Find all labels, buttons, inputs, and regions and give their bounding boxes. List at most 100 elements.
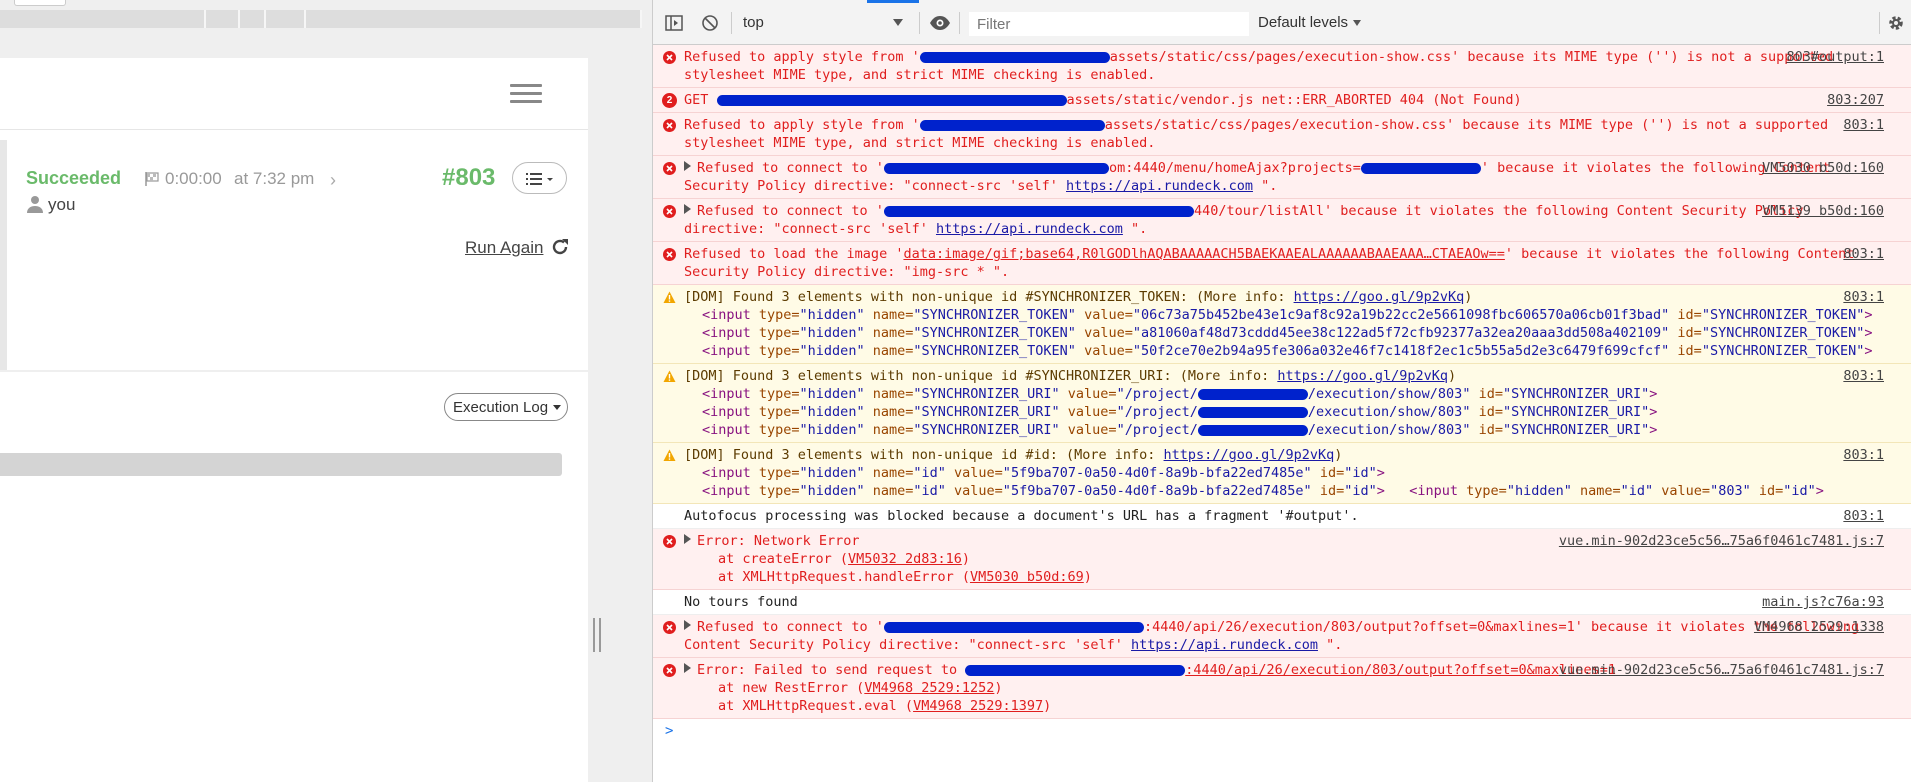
context-selector[interactable]: top <box>743 12 905 34</box>
expand-triangle-icon[interactable] <box>684 161 691 171</box>
refresh-icon[interactable] <box>551 238 569 256</box>
source-link[interactable]: VM5139 b50d:160 <box>1762 202 1884 220</box>
console-message[interactable]: Error: Network Error vue.min-902d23ce5c56… <box>653 529 1911 590</box>
console-message[interactable]: Refused to connect to ':4440/api/26/exec… <box>653 615 1911 658</box>
source-link[interactable]: 803:1 <box>1843 367 1884 385</box>
console-prompt[interactable]: > <box>653 719 1911 739</box>
html-value: "hidden" <box>799 465 873 481</box>
dom-element-line[interactable]: <input type="hidden" name="SYNCHRONIZER_… <box>684 385 1886 403</box>
gear-icon[interactable] <box>1887 14 1905 32</box>
source-link[interactable]: VM5030 b50d:160 <box>1762 159 1884 177</box>
redacted-text <box>1360 162 1481 174</box>
request-url[interactable]: :4440/api/26/execution/803/output?offset… <box>1185 662 1616 678</box>
status-label: Succeeded <box>26 168 122 188</box>
html-value: "hidden" <box>799 422 873 438</box>
html-value: "hidden" <box>799 386 873 402</box>
console-message[interactable]: 2 GET assets/static/vendor.js net::ERR_AB… <box>653 88 1911 113</box>
console-message[interactable]: Refused to apply style from ' assets/stat… <box>653 45 1911 88</box>
dom-element-line[interactable]: <input type="hidden" name="SYNCHRONIZER_… <box>684 324 1886 342</box>
error-icon <box>663 162 676 175</box>
message-text: Refused to apply style from ' assets/stat… <box>684 116 1886 152</box>
stack-ref-link[interactable]: VM4968 2529:1397 <box>913 698 1043 714</box>
html-tag: > <box>1864 343 1873 359</box>
html-attr: value= <box>1084 325 1133 341</box>
message-fragment: Refused to connect to ' <box>697 619 884 635</box>
chevron-right-icon[interactable]: › <box>330 170 336 191</box>
top-tab[interactable] <box>14 0 66 6</box>
message-fragment: [DOM] Found 3 elements with non-unique i… <box>684 447 1164 463</box>
dom-element-line[interactable]: <input type="hidden" name="id" value="5f… <box>684 464 1886 482</box>
message-link[interactable]: https://api.rundeck.com <box>936 221 1123 237</box>
message-link[interactable]: https://goo.gl/9p2vKq <box>1164 447 1335 463</box>
message-link[interactable]: https://api.rundeck.com <box>1131 637 1318 653</box>
stack-ref-link[interactable]: VM4968 2529:1252 <box>864 680 994 696</box>
html-tag: <input <box>702 343 759 359</box>
source-link[interactable]: vue.min-902d23ce5c56…75a6f0461c7481.js:7 <box>1559 532 1884 550</box>
actions-dropdown-button[interactable] <box>512 162 567 194</box>
html-value: " <box>1368 483 1377 499</box>
html-attr: name= <box>872 386 914 402</box>
log-levels-dropdown[interactable]: Default levels <box>1258 14 1362 31</box>
active-tab-indicator <box>867 0 919 3</box>
console-message[interactable]: [DOM] Found 3 elements with non-unique i… <box>653 364 1911 443</box>
console-message[interactable]: [DOM] Found 3 elements with non-unique i… <box>653 443 1911 504</box>
dom-element-line[interactable]: <input type="hidden" name="SYNCHRONIZER_… <box>684 342 1886 360</box>
dom-element-line[interactable]: <input type="hidden" name="SYNCHRONIZER_… <box>684 403 1886 421</box>
source-link[interactable]: VM4968 2529:1338 <box>1754 618 1884 636</box>
message-fragment: Refused to load the image ' <box>684 246 904 262</box>
source-link[interactable]: 803:1 <box>1843 245 1884 263</box>
stack-ref-link[interactable]: VM5030 b50d:69 <box>970 569 1084 585</box>
source-link[interactable]: main.js?c76a:93 <box>1762 593 1884 611</box>
console-message[interactable]: Error: Failed to send request to :4440/a… <box>653 658 1911 719</box>
dom-element-line[interactable]: <input type="hidden" name="SYNCHRONIZER_… <box>684 421 1886 439</box>
html-attr: id= <box>1478 422 1503 438</box>
html-attr: type= <box>758 343 800 359</box>
sidebar-toggle-icon[interactable] <box>665 14 683 32</box>
message-fragment: ) <box>1334 447 1343 463</box>
expand-triangle-icon[interactable] <box>684 620 691 630</box>
toolbar-separator <box>1879 12 1880 34</box>
console-message[interactable]: Refused to load the image 'data:image/gi… <box>653 242 1911 285</box>
html-tag: <input <box>702 422 759 438</box>
source-link[interactable]: 803:207 <box>1827 91 1884 109</box>
html-value: " <box>1462 404 1479 420</box>
console-message[interactable]: Refused to connect to ' 440/tour/listAll'… <box>653 199 1911 242</box>
execution-number[interactable]: #803 <box>442 164 495 192</box>
source-link[interactable]: vue.min-902d23ce5c56…75a6f0461c7481.js:7 <box>1559 661 1884 679</box>
resize-handle[interactable] <box>593 618 601 652</box>
execution-log-dropdown[interactable]: Execution Log <box>444 393 568 421</box>
console-message[interactable]: Autofocus processing was blocked because… <box>653 504 1911 529</box>
expand-triangle-icon[interactable] <box>684 204 691 214</box>
dom-element-line[interactable]: <input type="hidden" name="id" value="5f… <box>684 482 1886 500</box>
message-link[interactable]: https://goo.gl/9p2vKq <box>1294 289 1465 305</box>
html-tag: > <box>1376 483 1385 499</box>
expand-triangle-icon[interactable] <box>684 534 691 544</box>
expand-triangle-icon[interactable] <box>684 663 691 673</box>
message-link[interactable]: https://goo.gl/9p2vKq <box>1277 368 1448 384</box>
clear-console-icon[interactable] <box>701 14 719 32</box>
source-link[interactable]: 803:1 <box>1843 116 1884 134</box>
source-link[interactable]: 803:1 <box>1843 507 1884 525</box>
source-link[interactable]: 803#output:1 <box>1786 48 1884 66</box>
dom-element-line[interactable]: <input type="hidden" name="SYNCHRONIZER_… <box>684 306 1886 324</box>
source-link[interactable]: 803:1 <box>1843 446 1884 464</box>
message-fragment: Autofocus processing was blocked because… <box>684 508 1359 524</box>
message-link[interactable]: https://api.rundeck.com <box>1066 178 1253 194</box>
stack-end: ) <box>961 551 970 567</box>
html-value: " <box>1116 404 1125 420</box>
console-message[interactable]: [DOM] Found 3 elements with non-unique i… <box>653 285 1911 364</box>
eye-icon[interactable] <box>929 14 951 32</box>
console-message[interactable]: Refused to connect to ' om:4440/menu/home… <box>653 156 1911 199</box>
source-link[interactable]: 803:1 <box>1843 288 1884 306</box>
html-value: " <box>1067 343 1085 359</box>
image-data-url[interactable]: data:image/gif;base64,R0lGODlhAQABAAAAAC… <box>903 246 1504 262</box>
console-filter-input[interactable] <box>969 12 1249 36</box>
console-message[interactable]: No tours found main.js?c76a:93 <box>653 590 1911 615</box>
stack-fn: at createError ( <box>718 551 849 567</box>
html-value: /project/ <box>1124 404 1198 420</box>
run-again-link[interactable]: Run Again <box>465 238 543 258</box>
stack-ref-link[interactable]: VM5032 2d83:16 <box>848 551 962 567</box>
console-message[interactable]: Refused to apply style from ' assets/stat… <box>653 113 1911 156</box>
menu-icon[interactable] <box>510 84 542 108</box>
html-attr: type= <box>758 404 800 420</box>
